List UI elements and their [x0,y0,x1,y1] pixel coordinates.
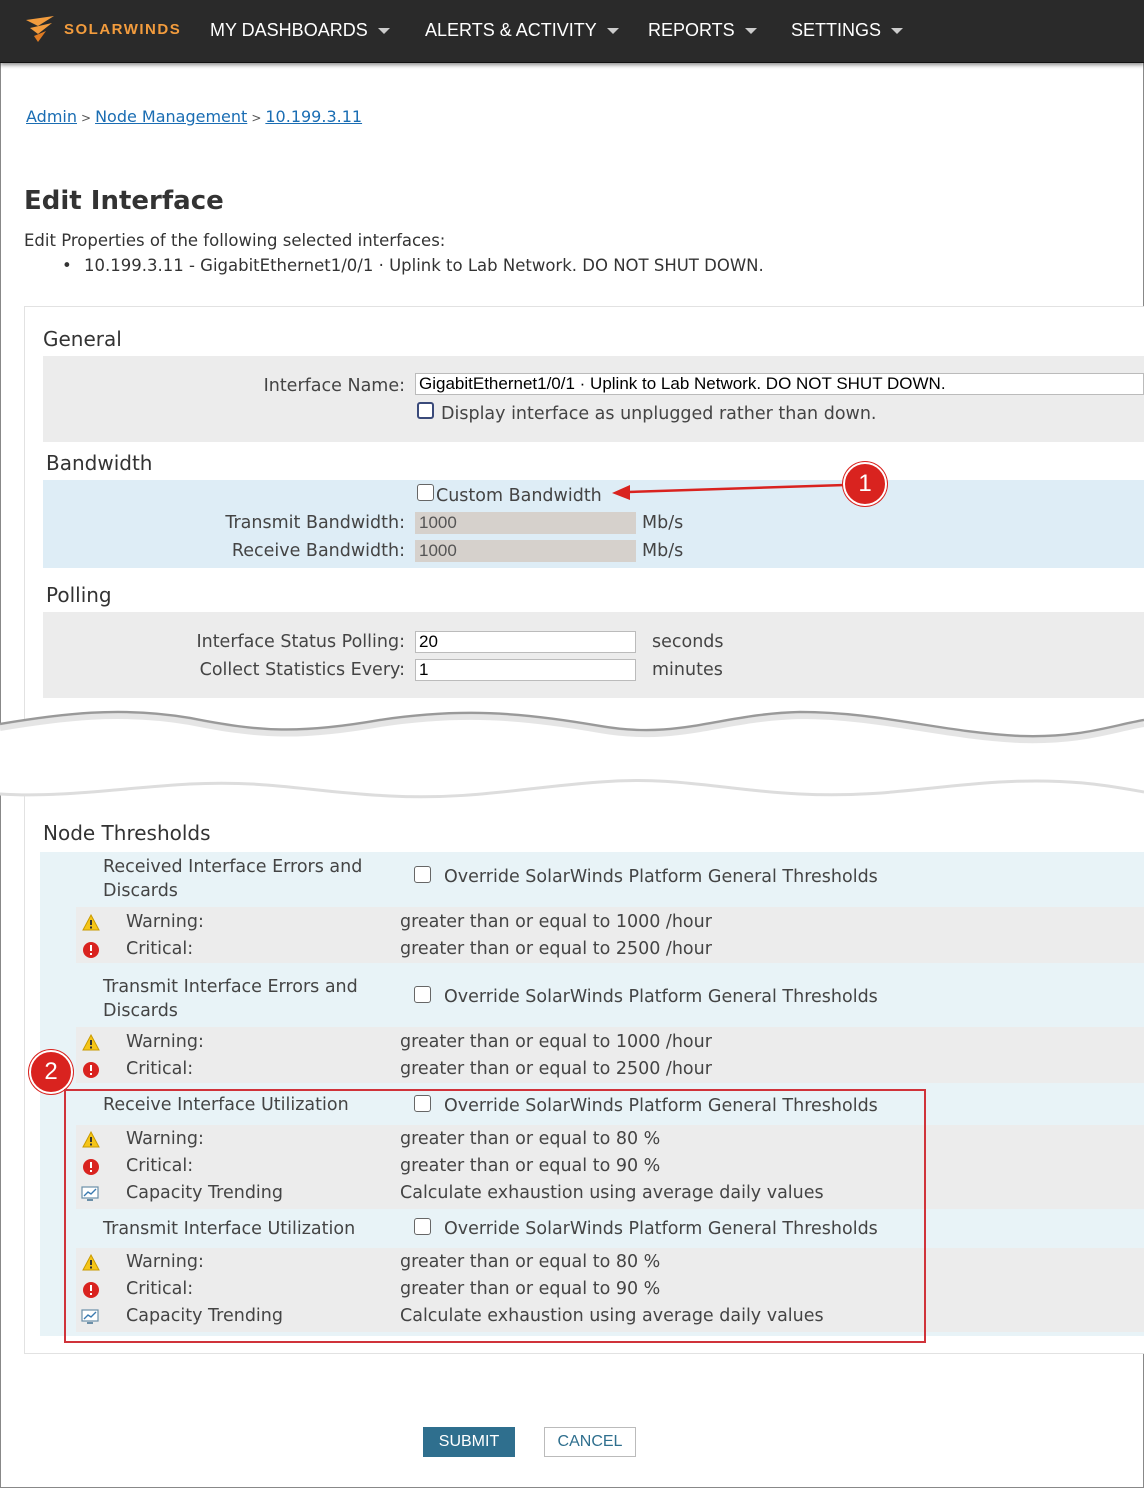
status-polling-unit: seconds [652,632,724,652]
interface-name-label: Interface Name: [263,376,405,396]
breadcrumb: Admin > Node Management >10.199.3.11 [26,107,362,126]
threshold-value: greater than or equal to 2500 /hour [400,939,712,959]
critical-icon [83,1062,99,1078]
breadcrumb-admin[interactable]: Admin [26,107,77,126]
collect-statistics-label: Collect Statistics Every: [199,660,405,680]
solarwinds-bird-icon [26,16,54,42]
general-section [43,356,1144,442]
override-checkbox-transmit-errors[interactable] [414,986,431,1003]
nav-label: REPORTS [648,20,735,40]
section-bandwidth-heading: Bandwidth [46,451,153,475]
callout-badge-2: 2 [29,1050,73,1094]
override-label: Override SolarWinds Platform General Thr… [444,867,878,887]
cancel-button[interactable]: CANCEL [544,1427,636,1457]
brand-name: SOLARWINDS [64,20,182,38]
threshold-value: greater than or equal to 1000 /hour [400,1032,712,1052]
nav-label: MY DASHBOARDS [210,20,368,40]
caret-down-icon [377,27,390,34]
nav-reports[interactable]: REPORTS [648,20,757,41]
transmit-bandwidth-input[interactable]: 1000 [415,512,636,534]
section-polling-heading: Polling [46,583,112,607]
threshold-label: Warning: [126,912,204,932]
section-general-heading: General [43,327,122,351]
threshold-group-title: Received Interface Errors and Discards [103,857,363,901]
custom-bandwidth-checkbox[interactable] [417,484,434,501]
threshold-label: Critical: [126,1059,194,1079]
section-node-thresholds-heading: Node Thresholds [43,821,211,845]
caret-down-icon [891,27,904,34]
status-polling-label: Interface Status Polling: [196,632,405,652]
unplugged-checkbox[interactable] [417,402,434,419]
selected-interface-text: 10.199.3.11 - GigabitEthernet1/0/1 · Upl… [84,256,764,275]
polling-section [43,612,1144,698]
nav-my-dashboards[interactable]: MY DASHBOARDS [210,20,390,41]
top-nav-bar: SOLARWINDS MY DASHBOARDS ALERTS & ACTIVI… [0,0,1144,63]
selected-interface-item: 10.199.3.11 - GigabitEthernet1/0/1 · Upl… [62,256,764,275]
caret-down-icon [606,27,619,34]
submit-button[interactable]: SUBMIT [423,1427,515,1457]
transmit-bandwidth-unit: Mb/s [642,513,684,533]
threshold-label: Critical: [126,939,194,959]
torn-page-separator [0,710,1144,799]
threshold-value: greater than or equal to 1000 /hour [400,912,712,932]
breadcrumb-separator: > [251,111,262,125]
receive-bandwidth-label: Receive Bandwidth: [231,541,405,561]
intro-text: Edit Properties of the following selecte… [24,231,446,250]
critical-icon [83,942,99,958]
interface-name-input[interactable]: GigabitEthernet1/0/1 · Uplink to Lab Net… [415,373,1144,395]
breadcrumb-separator: > [81,111,92,125]
threshold-group-title: Transmit Interface Errors and Discards [103,977,358,1021]
page-title: Edit Interface [24,186,224,216]
solarwinds-logo[interactable]: SOLARWINDS [24,14,181,44]
threshold-label: Warning: [126,1032,204,1052]
threshold-value: greater than or equal to 2500 /hour [400,1059,712,1079]
receive-bandwidth-input[interactable]: 1000 [415,540,636,562]
override-checkbox-received-errors[interactable] [414,866,431,883]
status-polling-input[interactable]: 20 [415,631,636,653]
breadcrumb-node-management[interactable]: Node Management [95,107,247,126]
caret-down-icon [744,27,757,34]
callout-badge-1: 1 [843,462,887,506]
collect-statistics-input[interactable]: 1 [415,659,636,681]
custom-bandwidth-label: Custom Bandwidth [436,486,602,506]
nav-alerts-activity[interactable]: ALERTS & ACTIVITY [425,20,619,41]
receive-bandwidth-unit: Mb/s [642,541,684,561]
callout-arrow [612,483,846,500]
transmit-bandwidth-label: Transmit Bandwidth: [225,513,405,533]
unplugged-label: Display interface as unplugged rather th… [441,404,877,424]
nav-label: SETTINGS [791,20,882,40]
warning-icon [82,1034,100,1051]
collect-statistics-unit: minutes [652,660,723,680]
highlight-box [64,1089,926,1343]
breadcrumb-node[interactable]: 10.199.3.11 [265,107,362,126]
nav-settings[interactable]: SETTINGS [791,20,904,41]
nav-label: ALERTS & ACTIVITY [425,20,597,40]
override-label: Override SolarWinds Platform General Thr… [444,987,878,1007]
warning-icon [82,914,100,931]
